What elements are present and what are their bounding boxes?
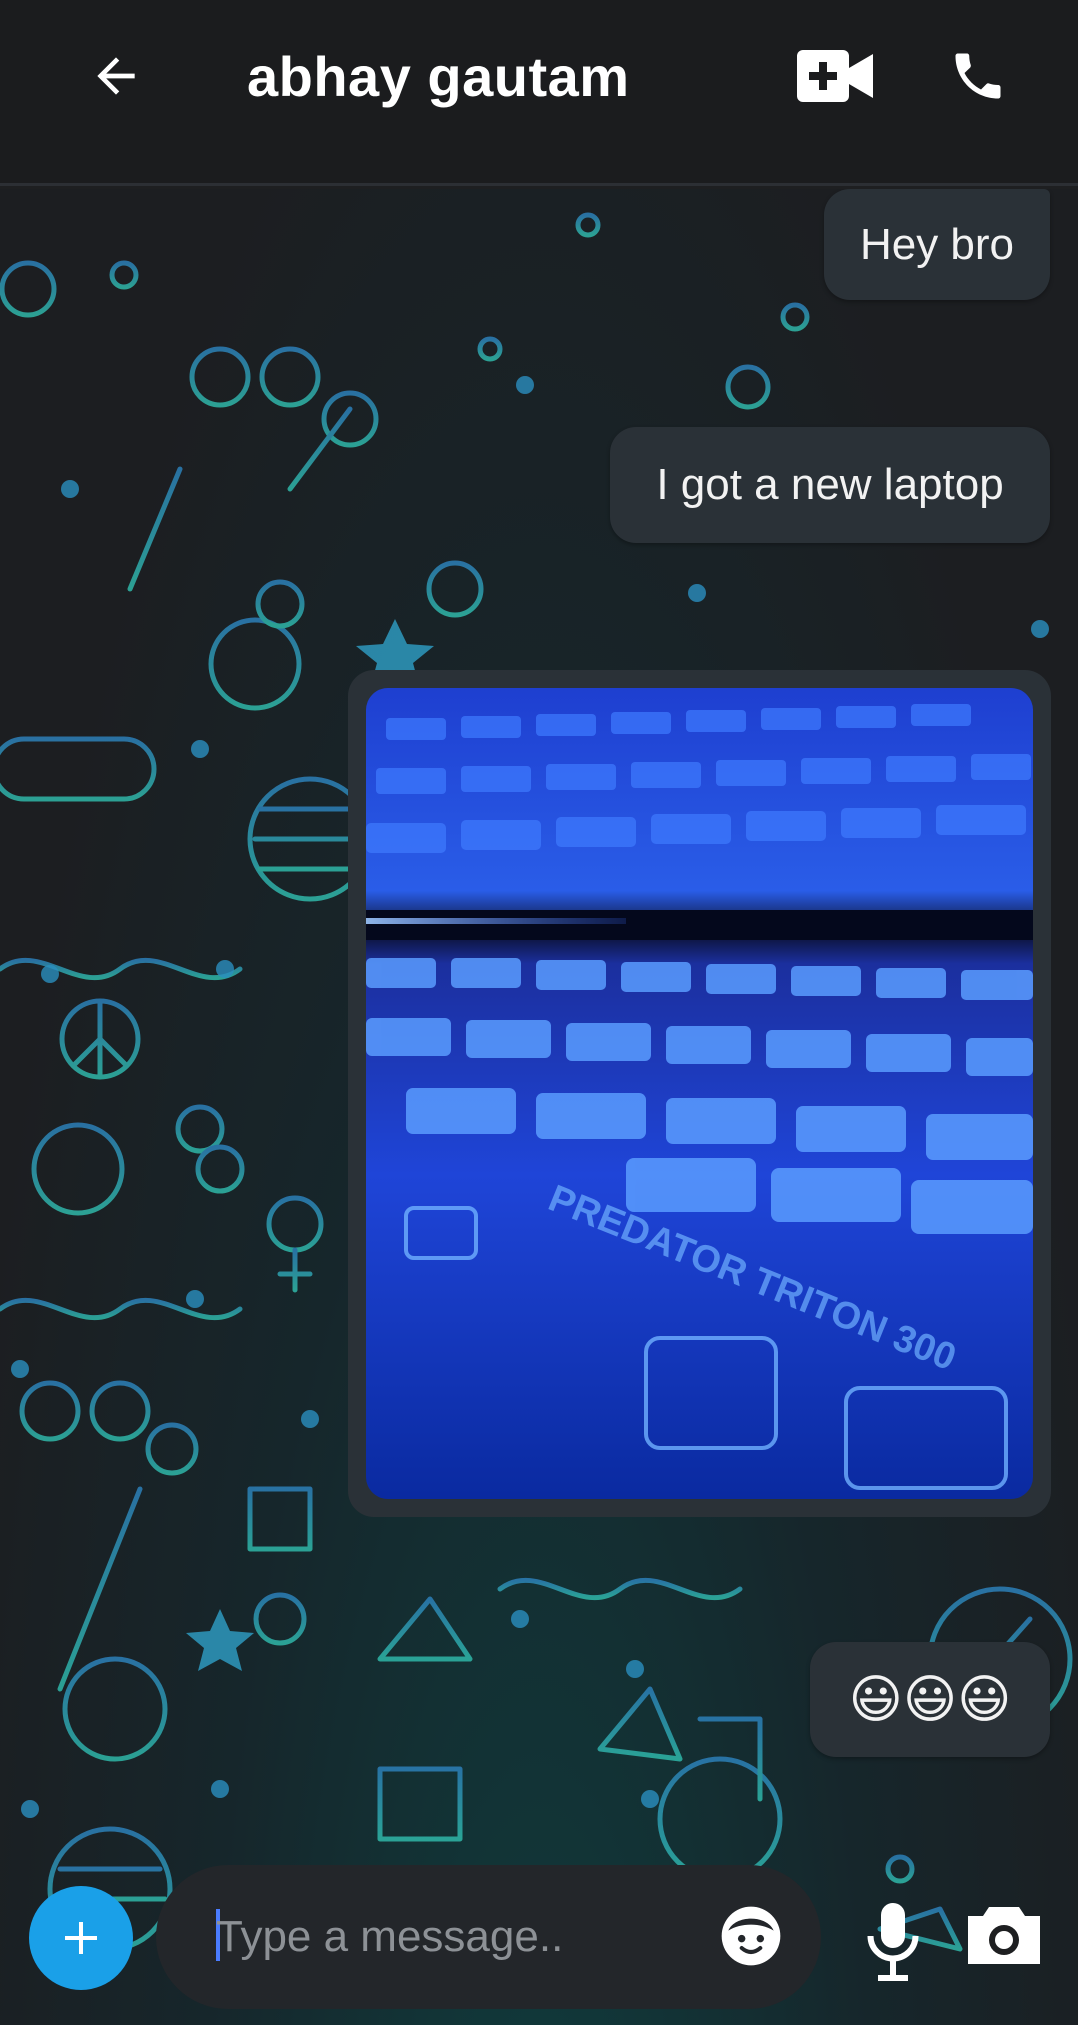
camera-button[interactable] bbox=[964, 1898, 1044, 1970]
arrow-left-icon bbox=[97, 57, 135, 95]
back-button[interactable] bbox=[80, 40, 152, 112]
laptop-keyboard-image: PREDATOR TRITON 300 bbox=[366, 688, 1033, 1499]
voice-record-button[interactable] bbox=[858, 1892, 928, 1992]
message-bubble[interactable]: 😃😃😃 bbox=[810, 1642, 1050, 1757]
message-bubble[interactable]: Hey bro bbox=[824, 189, 1050, 300]
emoji-button[interactable] bbox=[718, 1903, 784, 1969]
microphone-icon bbox=[867, 1903, 919, 1981]
message-text: 😃😃😃 bbox=[848, 1670, 1012, 1729]
message-text: I got a new laptop bbox=[656, 460, 1004, 509]
message-bubble[interactable]: I got a new laptop bbox=[610, 427, 1050, 543]
message-text: Hey bro bbox=[859, 219, 1015, 269]
laptop-photo[interactable]: PREDATOR TRITON 300 bbox=[366, 688, 1033, 1499]
attach-plus-button[interactable] bbox=[29, 1886, 133, 1990]
video-call-button[interactable] bbox=[790, 40, 880, 112]
contact-name[interactable]: abhay gautam bbox=[247, 44, 630, 109]
emoji-face-icon bbox=[721, 1906, 781, 1966]
voice-call-button[interactable] bbox=[942, 40, 1014, 112]
chat-area[interactable]: Hey bro I got a new laptop PREDATOR TRIT… bbox=[0, 189, 1078, 2025]
image-message-bubble[interactable]: PREDATOR TRITON 300 bbox=[348, 670, 1051, 1517]
message-input[interactable] bbox=[216, 1901, 696, 1973]
camera-icon bbox=[968, 1907, 1040, 1964]
phone-icon bbox=[955, 53, 1001, 99]
video-call-icon bbox=[797, 50, 873, 102]
chat-header: abhay gautam bbox=[0, 0, 1078, 186]
plus-icon bbox=[65, 1922, 97, 1954]
